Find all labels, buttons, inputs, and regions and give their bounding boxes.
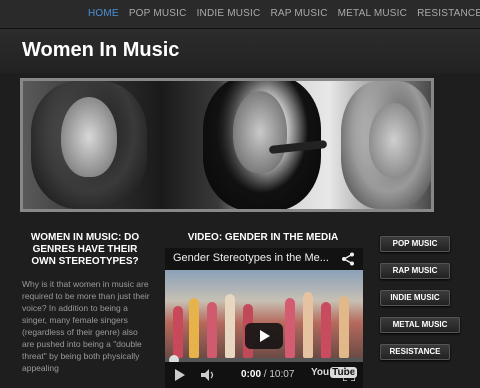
dancer-figure [285,298,295,358]
singer-1-face [61,97,117,177]
dancer-figure [339,296,349,358]
play-overlay-button[interactable] [245,323,283,349]
video-player[interactable]: Gender Stereotypes in the Me... 0:00 / 1… [165,248,363,388]
sidebar-rap-music-button[interactable]: RAP MUSIC [380,263,450,279]
volume-icon[interactable] [201,369,215,381]
sidebar-pop-music-button[interactable]: POP MUSIC [380,236,450,252]
article-column: WOMEN IN MUSIC: DO GENRES HAVE THEIR OWN… [20,232,150,374]
sidebar-resistance-button[interactable]: RESISTANCE [380,344,450,360]
youtube-logo-you: You [311,367,330,378]
nav-home[interactable]: HOME [88,8,119,19]
dancer-figure [303,292,313,358]
video-controls: 0:00 / 10:07 You Tube [165,362,363,388]
dancer-figure [207,302,217,358]
article-body: Why is it that women in music are requir… [22,279,150,373]
sidebar-metal-music-button[interactable]: METAL MUSIC [380,317,460,333]
video-titlebar: Gender Stereotypes in the Me... [165,248,363,270]
nav-metal-music[interactable]: METAL MUSIC [338,8,407,19]
nav-pop-music[interactable]: POP MUSIC [129,8,187,19]
dancer-figure [173,306,183,358]
nav-rap-music[interactable]: RAP MUSIC [270,8,327,19]
banner-image-frame [20,78,434,212]
sidebar-indie-music-button[interactable]: INDIE MUSIC [380,290,450,306]
singer-3-face [369,103,419,177]
play-icon[interactable] [175,369,185,381]
article-title[interactable]: WOMEN IN MUSIC: DO GENRES HAVE THEIR OWN… [20,232,150,268]
video-column: VIDEO: GENDER IN THE MEDIA Gender Stereo… [163,232,363,388]
site-header: Women In Music [0,29,480,73]
nav-indie-music[interactable]: INDIE MUSIC [197,8,261,19]
dancer-figure [321,302,331,358]
video-heading: VIDEO: GENDER IN THE MEDIA [187,232,339,243]
dancer-figure [225,294,235,358]
video-time: 0:00 / 10:07 [241,369,294,380]
singer-2-face [233,91,287,173]
top-navigation: HOME POP MUSIC INDIE MUSIC RAP MUSIC MET… [0,0,480,29]
site-title[interactable]: Women In Music [22,39,179,62]
video-title[interactable]: Gender Stereotypes in the Me... [173,252,329,264]
genre-sidebar: POP MUSIC RAP MUSIC INDIE MUSIC METAL MU… [380,236,460,371]
nav-resistance[interactable]: RESISTANCE [417,8,480,19]
share-icon[interactable] [341,252,355,266]
duration: / 10:07 [263,369,295,380]
fullscreen-icon[interactable] [343,369,355,381]
banner-image [23,81,431,209]
video-thumbnail [165,270,363,358]
dancer-figure [189,298,199,358]
current-time: 0:00 [241,369,262,380]
